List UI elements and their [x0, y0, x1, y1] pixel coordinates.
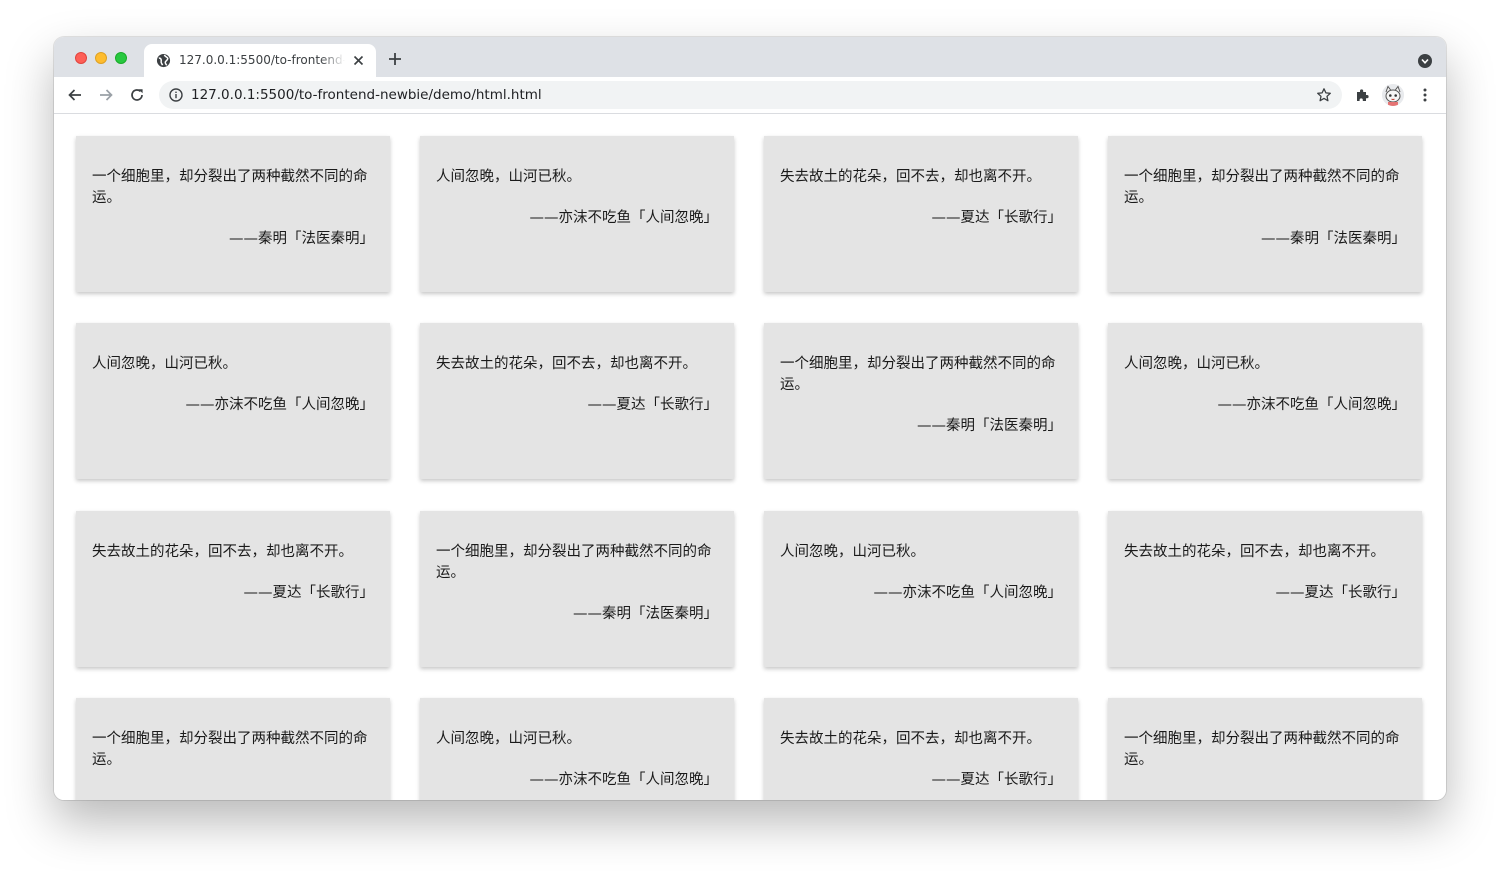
quote-card: 人间忽晚，山河已秋。 ——亦沫不吃鱼「人间忽晚」 [764, 511, 1078, 667]
quote-card: 人间忽晚，山河已秋。 ——亦沫不吃鱼「人间忽晚」 [76, 323, 390, 479]
card-author: ——秦明「法医秦明」 [229, 231, 374, 247]
window-close-button[interactable] [75, 52, 87, 64]
card-quote: 失去故土的花朵，回不去，却也离不开。 [92, 544, 353, 560]
quote-card: 人间忽晚，山河已秋。 ——亦沫不吃鱼「人间忽晚」 [420, 136, 734, 292]
quote-card: 失去故土的花朵，回不去，却也离不开。 ——夏达「长歌行」 [764, 136, 1078, 292]
info-icon[interactable] [169, 88, 183, 102]
card-quote: 人间忽晚，山河已秋。 [436, 169, 581, 185]
browser-window: 127.0.0.1:5500/to-frontend-newbie/demo/h… [54, 37, 1446, 800]
address-bar[interactable]: 127.0.0.1:5500/to-frontend-newbie/demo/h… [159, 81, 1342, 109]
quote-card: 失去故土的花朵，回不去，却也离不开。 ——夏达「长歌行」 [76, 511, 390, 667]
card-author: ——秦明「法医秦明」 [1261, 231, 1406, 247]
quote-card: 一个细胞里，却分裂出了两种截然不同的命运。 [1108, 698, 1422, 800]
quote-card: 一个细胞里，却分裂出了两种截然不同的命运。 ——秦明「法医秦明」 [76, 136, 390, 292]
card-quote: 人间忽晚，山河已秋。 [436, 731, 581, 747]
browser-toolbar: 127.0.0.1:5500/to-frontend-newbie/demo/h… [54, 77, 1446, 114]
quote-card: 一个细胞里，却分裂出了两种截然不同的命运。 ——秦明「法医秦明」 [764, 323, 1078, 479]
card-quote: 失去故土的花朵，回不去，却也离不开。 [780, 169, 1041, 185]
tab-title: 127.0.0.1:5500/to-frontend-newbie/demo/h… [179, 53, 345, 67]
card-author: ——夏达「长歌行」 [1275, 585, 1407, 601]
page-viewport: 一个细胞里，却分裂出了两种截然不同的命运。 ——秦明「法医秦明」 人间忽晚，山河… [54, 114, 1446, 800]
window-minimize-button[interactable] [95, 52, 107, 64]
card-quote: 人间忽晚，山河已秋。 [1124, 356, 1269, 372]
menu-kebab-icon[interactable] [1417, 87, 1433, 103]
card-author: ——秦明「法医秦明」 [917, 418, 1062, 434]
card-quote: 一个细胞里，却分裂出了两种截然不同的命运。 [780, 356, 1056, 393]
card-quote: 人间忽晚，山河已秋。 [780, 544, 925, 560]
extensions-puzzle-icon[interactable] [1354, 87, 1370, 103]
quote-card: 失去故土的花朵，回不去，却也离不开。 ——夏达「长歌行」 [1108, 511, 1422, 667]
card-quote: 一个细胞里，却分裂出了两种截然不同的命运。 [92, 731, 368, 768]
window-maximize-button[interactable] [115, 52, 127, 64]
globe-icon [156, 53, 171, 68]
card-quote: 失去故土的花朵，回不去，却也离不开。 [1124, 544, 1385, 560]
new-tab-icon[interactable] [388, 52, 402, 66]
quote-card: 人间忽晚，山河已秋。 ——亦沫不吃鱼「人间忽晚」 [1108, 323, 1422, 479]
card-quote: 人间忽晚，山河已秋。 [92, 356, 237, 372]
quote-card: 人间忽晚，山河已秋。 ——亦沫不吃鱼「人间忽晚」 [420, 698, 734, 800]
card-author: ——夏达「长歌行」 [931, 772, 1063, 788]
quote-card: 一个细胞里，却分裂出了两种截然不同的命运。 [76, 698, 390, 800]
card-author: ——亦沫不吃鱼「人间忽晚」 [185, 397, 375, 413]
card-quote: 一个细胞里，却分裂出了两种截然不同的命运。 [1124, 731, 1400, 768]
card-author: ——夏达「长歌行」 [931, 210, 1063, 226]
card-author: ——亦沫不吃鱼「人间忽晚」 [1217, 397, 1407, 413]
browser-tab[interactable]: 127.0.0.1:5500/to-frontend-newbie/demo/h… [144, 44, 376, 77]
card-quote: 一个细胞里，却分裂出了两种截然不同的命运。 [1124, 169, 1400, 206]
url-text[interactable]: 127.0.0.1:5500/to-frontend-newbie/demo/h… [191, 87, 542, 103]
card-quote: 失去故土的花朵，回不去，却也离不开。 [780, 731, 1041, 747]
quote-card: 一个细胞里，却分裂出了两种截然不同的命运。 ——秦明「法医秦明」 [420, 511, 734, 667]
tab-strip: 127.0.0.1:5500/to-frontend-newbie/demo/h… [54, 37, 1446, 77]
card-author: ——亦沫不吃鱼「人间忽晚」 [873, 585, 1063, 601]
card-author: ——夏达「长歌行」 [243, 585, 375, 601]
bookmark-star-icon[interactable] [1316, 87, 1332, 103]
quote-card: 失去故土的花朵，回不去，却也离不开。 ——夏达「长歌行」 [420, 323, 734, 479]
quote-card: 失去故土的花朵，回不去，却也离不开。 ——夏达「长歌行」 [764, 698, 1078, 800]
tab-close-icon[interactable] [352, 54, 365, 67]
card-quote: 一个细胞里，却分裂出了两种截然不同的命运。 [436, 544, 712, 581]
forward-icon[interactable] [98, 87, 114, 103]
reload-icon[interactable] [129, 87, 145, 103]
card-quote: 一个细胞里，却分裂出了两种截然不同的命运。 [92, 169, 368, 206]
card-author: ——亦沫不吃鱼「人间忽晚」 [529, 210, 719, 226]
tab-search-icon[interactable] [1418, 54, 1432, 68]
card-author: ——秦明「法医秦明」 [573, 606, 718, 622]
card-author: ——夏达「长歌行」 [587, 397, 719, 413]
card-quote: 失去故土的花朵，回不去，却也离不开。 [436, 356, 697, 372]
card-author: ——亦沫不吃鱼「人间忽晚」 [529, 772, 719, 788]
back-icon[interactable] [67, 87, 83, 103]
profile-avatar[interactable] [1382, 84, 1404, 106]
quote-card: 一个细胞里，却分裂出了两种截然不同的命运。 ——秦明「法医秦明」 [1108, 136, 1422, 292]
